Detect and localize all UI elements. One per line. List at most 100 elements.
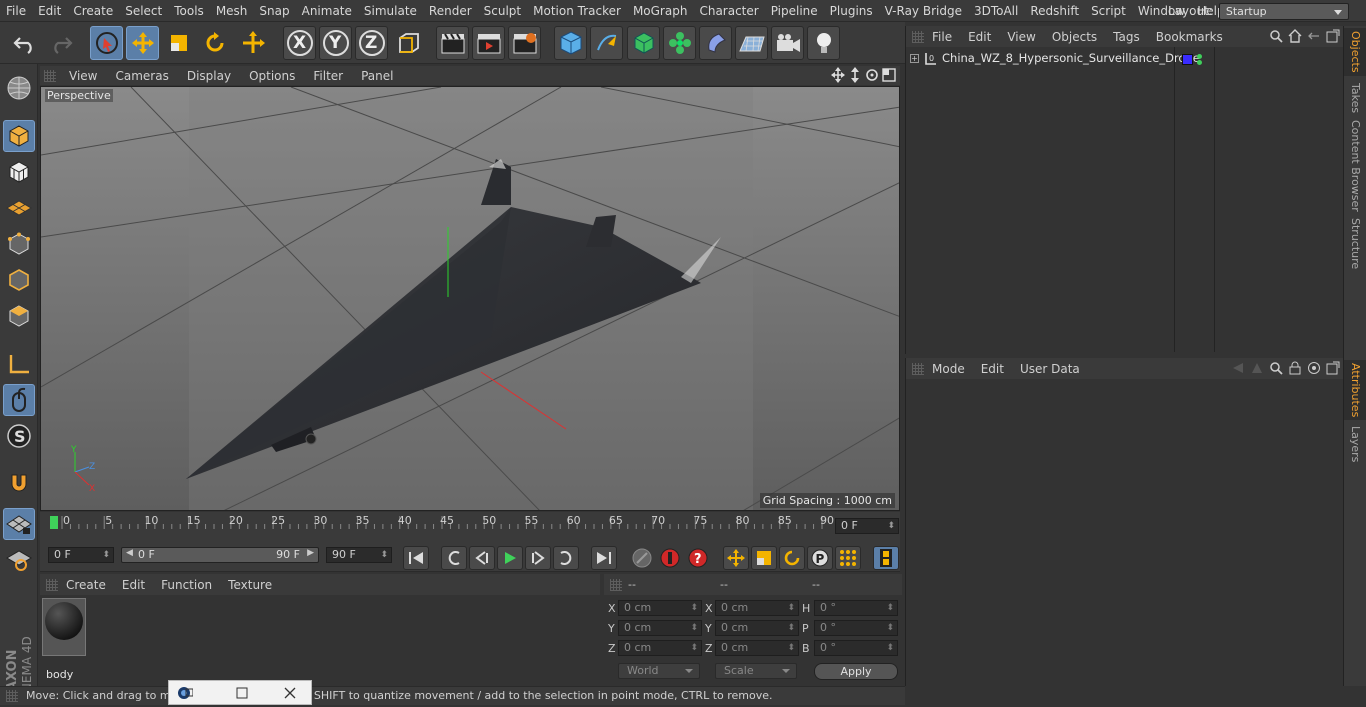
grip-icon[interactable] [912,363,924,375]
spline-pen-button[interactable] [590,26,623,60]
material-menu-edit[interactable]: Edit [114,578,153,592]
menu-render[interactable]: Render [423,0,478,22]
orbit-view-icon[interactable] [865,67,879,83]
motion-record-button[interactable] [629,546,655,570]
cube-primitive-button[interactable] [554,26,587,60]
key-scale-button[interactable] [751,546,777,570]
maximize-view-icon[interactable] [882,67,896,83]
dolly-view-icon[interactable] [848,67,862,83]
material-menu-texture[interactable]: Texture [220,578,280,592]
go-to-end-button[interactable] [591,546,617,570]
autokey-button[interactable]: ? [685,546,711,570]
locked-workplane-button[interactable] [3,508,35,540]
editor-visibility-dot[interactable] [1197,54,1202,59]
menu-select[interactable]: Select [119,0,168,22]
floor-button[interactable] [735,26,768,60]
tab-takes[interactable]: Takes [1344,80,1366,116]
magnet-button[interactable] [3,468,35,500]
record-key-button[interactable] [657,546,683,570]
texture-mode-button[interactable] [3,156,35,188]
render-view-button[interactable] [436,26,469,60]
grip-icon[interactable] [46,579,58,591]
menu-motion-tracker[interactable]: Motion Tracker [527,0,627,22]
menu-redshift[interactable]: Redshift [1024,0,1085,22]
viewport-menu-filter[interactable]: Filter [304,69,352,83]
navigate-back-icon[interactable] [1307,29,1321,43]
render-to-picture-viewer-button[interactable] [472,26,505,60]
deformer-button[interactable] [699,26,732,60]
polygons-mode-button[interactable] [3,300,35,332]
live-selection-button[interactable] [90,26,123,60]
current-frame-field[interactable]: 0 F [835,518,899,534]
timeline-ruler[interactable]: 0 5 10 15 20 25 30 35 40 45 50 55 60 65 70 75 80 85 90 [40,512,900,542]
attribute-menu-user-data[interactable]: User Data [1012,362,1088,376]
model-mode-button[interactable] [3,120,35,152]
menu-animate[interactable]: Animate [296,0,358,22]
menu-snap[interactable]: Snap [253,0,295,22]
close-window-icon[interactable] [283,686,297,700]
make-editable-button[interactable] [3,72,35,104]
menu-mograph[interactable]: MoGraph [627,0,694,22]
pos-x-field[interactable]: 0 cm [618,600,702,616]
go-to-start-button[interactable] [403,546,429,570]
coordinate-system-button[interactable] [392,26,425,60]
target-icon[interactable] [1307,361,1321,375]
new-window-icon[interactable] [1326,29,1340,43]
rot-b-field[interactable]: 0 ° [814,640,898,656]
timeline-window-button[interactable] [873,546,899,570]
restore-window-icon[interactable] [235,686,249,700]
frame-range-slider[interactable]: ◀ 0 F 90 F ▶ [121,547,319,563]
range-left-arrow-icon[interactable]: ◀ [126,548,133,558]
coordinate-mode-dropdown[interactable]: World [618,663,700,679]
undo-button[interactable] [8,26,41,60]
snapping-button[interactable]: S [3,420,35,452]
viewport-menu-cameras[interactable]: Cameras [106,69,177,83]
menu-file[interactable]: File [0,0,32,22]
grip-icon[interactable] [912,31,924,43]
layout-dropdown[interactable]: Startup [1218,2,1349,20]
menu-plugins[interactable]: Plugins [824,0,879,22]
key-pla-button[interactable] [835,546,861,570]
material-swatch[interactable]: body [42,598,86,681]
menu-tools[interactable]: Tools [168,0,210,22]
minimized-window[interactable] [168,680,312,705]
move-tool-button[interactable] [126,26,159,60]
object-menu-objects[interactable]: Objects [1044,30,1105,44]
tab-layers[interactable]: Layers [1344,424,1366,464]
grip-icon[interactable] [44,69,56,82]
rotate-tool-button[interactable] [198,26,231,60]
menu-create[interactable]: Create [67,0,119,22]
object-menu-edit[interactable]: Edit [960,30,999,44]
rot-p-field[interactable]: 0 ° [814,620,898,636]
rot-h-field[interactable]: 0 ° [814,600,898,616]
previous-frame-button[interactable] [469,546,495,570]
viewport-menu-view[interactable]: View [60,69,106,83]
cloner-button[interactable] [663,26,696,60]
object-menu-tags[interactable]: Tags [1105,30,1148,44]
pan-view-icon[interactable] [831,67,845,83]
timeline-playhead[interactable] [50,516,58,529]
camera-button[interactable] [771,26,804,60]
menu-vray-bridge[interactable]: V-Ray Bridge [879,0,968,22]
points-mode-button[interactable] [3,228,35,260]
pos-y-field[interactable]: 0 cm [618,620,702,636]
material-menu-create[interactable]: Create [58,578,114,592]
range-right-arrow-icon[interactable]: ▶ [307,548,314,558]
object-menu-bookmarks[interactable]: Bookmarks [1148,30,1231,44]
search-icon[interactable] [1269,361,1283,375]
play-button[interactable] [497,546,523,570]
search-icon[interactable] [1269,29,1283,43]
menu-character[interactable]: Character [693,0,764,22]
next-key-button[interactable] [553,546,579,570]
subdivision-surface-button[interactable] [627,26,660,60]
display-color-tag[interactable] [1182,54,1193,65]
workplane-mode-button[interactable] [3,192,35,224]
size-x-field[interactable]: 0 cm [715,600,799,616]
tab-structure[interactable]: Structure [1344,216,1366,272]
viewport-scene[interactable]: Y Z X [41,87,900,511]
expand-icon[interactable]: + [910,54,919,63]
light-button[interactable] [807,26,840,60]
material-menu-function[interactable]: Function [153,578,220,592]
new-window-icon[interactable] [1326,361,1340,375]
y-axis-lock-button[interactable]: Y [319,26,352,60]
